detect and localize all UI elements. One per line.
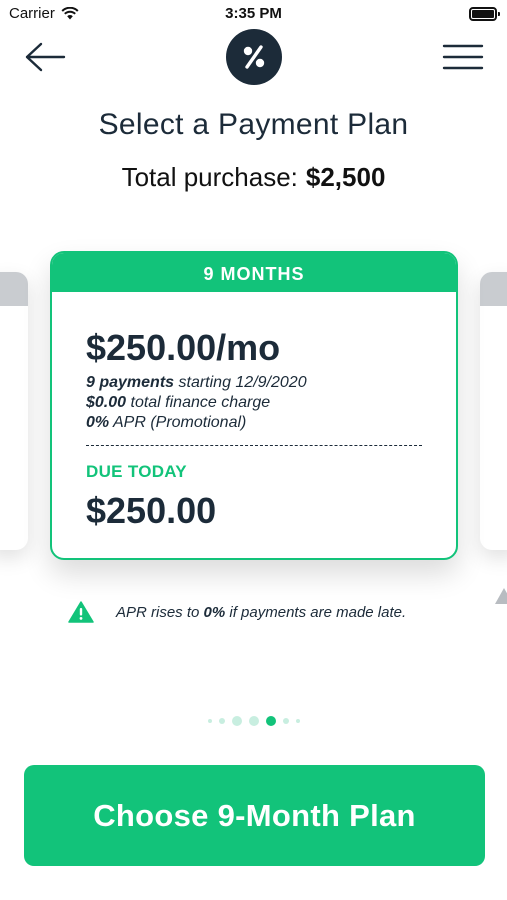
percent-logo-icon — [226, 29, 282, 85]
payments-count: 9 payments — [86, 374, 175, 391]
finance-text: total finance charge — [126, 394, 271, 411]
late-payment-warning: APR rises to 0% if payments are made lat… — [68, 601, 468, 623]
next-plan-card[interactable] — [480, 272, 507, 550]
due-today-label: DUE TODAY — [86, 462, 187, 481]
next-warning-icon — [495, 588, 507, 604]
total-label: Total purchase: — [121, 162, 298, 192]
finance-charge: $0.00 — [86, 394, 127, 411]
total-purchase: Total purchase: $2,500 — [0, 162, 507, 193]
page-dot[interactable] — [282, 718, 289, 724]
apr-detail: 0% APR (Promotional) — [86, 413, 422, 433]
battery-icon — [469, 7, 500, 21]
plan-details: 9 payments starting 12/9/2020 $0.00 tota… — [86, 373, 422, 433]
page-title: Select a Payment Plan — [98, 108, 409, 141]
page-dot[interactable] — [218, 718, 225, 724]
warning-triangle-icon — [68, 601, 94, 623]
arrow-left-icon[interactable] — [24, 40, 68, 74]
due-today-amount: $250.00 — [86, 490, 217, 531]
previous-plan-card[interactable] — [0, 272, 28, 550]
status-bar: Carrier 3:35 PM — [0, 0, 507, 28]
next-plan-card-header — [480, 272, 507, 306]
status-time: 3:35 PM — [225, 5, 282, 22]
total-amount: $2,500 — [305, 162, 386, 192]
card-divider — [86, 445, 422, 446]
warning-text-start: APR rises to — [116, 603, 204, 621]
hamburger-menu-icon[interactable] — [442, 40, 484, 74]
apr-rate: 0% — [86, 414, 110, 431]
page-indicator — [0, 716, 507, 726]
warning-rate: 0% — [203, 603, 226, 621]
apr-text: APR (Promotional) — [109, 414, 247, 431]
monthly-payment: $250.00/mo — [86, 327, 281, 368]
payments-detail: 9 payments starting 12/9/2020 — [86, 373, 422, 393]
plan-card-body: $250.00/mo 9 payments starting 12/9/2020… — [52, 292, 456, 532]
plan-card-header: 9 MONTHS — [52, 253, 456, 292]
payments-start: starting 12/9/2020 — [174, 374, 307, 391]
warning-text-end: if payments are made late. — [225, 603, 407, 621]
warning-text: APR rises to 0% if payments are made lat… — [116, 604, 406, 621]
selected-plan-card[interactable]: 9 MONTHS $250.00/mo 9 payments starting … — [50, 251, 458, 560]
page-dot[interactable] — [231, 716, 242, 726]
choose-plan-button[interactable]: Choose 9-Month Plan — [24, 765, 485, 866]
page-dot[interactable] — [207, 719, 212, 723]
page-dot[interactable] — [295, 719, 300, 723]
previous-plan-card-header — [0, 272, 28, 306]
page-dot-active[interactable] — [265, 716, 276, 726]
finance-detail: $0.00 total finance charge — [86, 393, 422, 413]
page-dot[interactable] — [248, 716, 259, 726]
